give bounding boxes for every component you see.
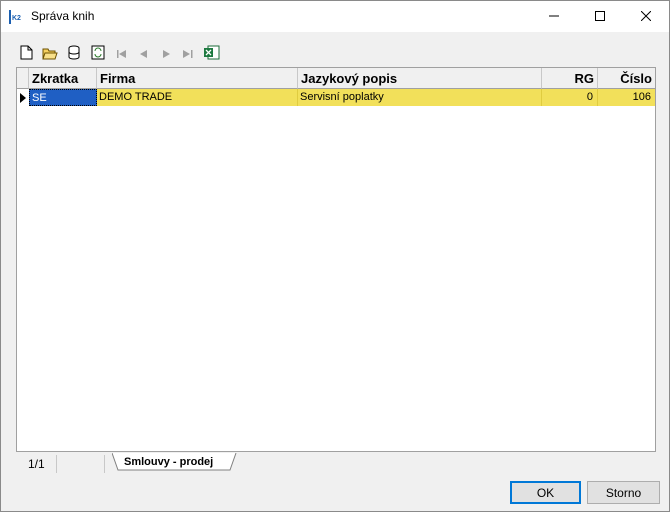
toolbar [17, 44, 277, 64]
excel-export-icon [204, 45, 220, 63]
cell-zkratka[interactable]: SE [29, 89, 97, 106]
status-divider [56, 455, 57, 473]
open-folder-button[interactable] [41, 44, 59, 64]
next-record-button[interactable] [157, 44, 175, 64]
svg-text:K2: K2 [12, 15, 21, 22]
maximize-icon [595, 10, 605, 24]
previous-record-icon [140, 47, 148, 61]
row-indicator-header [17, 68, 29, 89]
next-record-icon [162, 47, 170, 61]
maximize-button[interactable] [577, 1, 623, 32]
open-folder-icon [42, 46, 58, 63]
dialog-window: K2 Správa knih Zkratka Firma Jazykový po… [0, 0, 670, 512]
database-button[interactable] [65, 44, 83, 64]
column-header-firma[interactable]: Firma [97, 68, 298, 89]
tab-label: Smlouvy - prodej [124, 456, 214, 468]
new-document-icon [20, 45, 33, 63]
cell-firma[interactable]: DEMO TRADE [97, 89, 298, 106]
minimize-button[interactable] [531, 1, 577, 32]
database-icon [67, 45, 81, 63]
refresh-icon [91, 45, 105, 63]
close-button[interactable] [623, 1, 669, 32]
last-record-button[interactable] [179, 44, 197, 64]
record-counter: 1/1 [28, 457, 45, 471]
title-bar[interactable]: K2 Správa knih [1, 1, 669, 32]
cell-popis[interactable]: Servisní poplatky [298, 89, 542, 106]
new-document-button[interactable] [17, 44, 35, 64]
table-row[interactable]: SE DEMO TRADE Servisní poplatky 0 106 [17, 89, 655, 106]
status-divider [104, 455, 105, 473]
current-row-icon [17, 89, 29, 106]
first-record-button[interactable] [113, 44, 131, 64]
k2-app-icon: K2 [9, 9, 25, 25]
storno-button[interactable]: Storno [587, 481, 660, 504]
cell-cislo[interactable]: 106 [598, 89, 655, 106]
minimize-icon [549, 10, 559, 24]
close-icon [640, 10, 652, 24]
column-header-popis[interactable]: Jazykový popis [298, 68, 542, 89]
last-record-icon [183, 47, 193, 61]
data-grid: Zkratka Firma Jazykový popis RG Číslo SE… [16, 67, 656, 452]
ok-button[interactable]: OK [510, 481, 581, 504]
excel-export-button[interactable] [203, 44, 221, 64]
tab-smlouvy-prodej[interactable]: Smlouvy - prodej [112, 453, 238, 473]
window-title: Správa knih [31, 9, 95, 23]
status-bar: 1/1 Smlouvy - prodej [16, 453, 656, 475]
column-header-cislo[interactable]: Číslo [598, 68, 655, 89]
first-record-icon [117, 47, 127, 61]
cell-rg[interactable]: 0 [542, 89, 598, 106]
column-header-rg[interactable]: RG [542, 68, 598, 89]
previous-record-button[interactable] [135, 44, 153, 64]
column-header-zkratka[interactable]: Zkratka [29, 68, 97, 89]
refresh-button[interactable] [89, 44, 107, 64]
